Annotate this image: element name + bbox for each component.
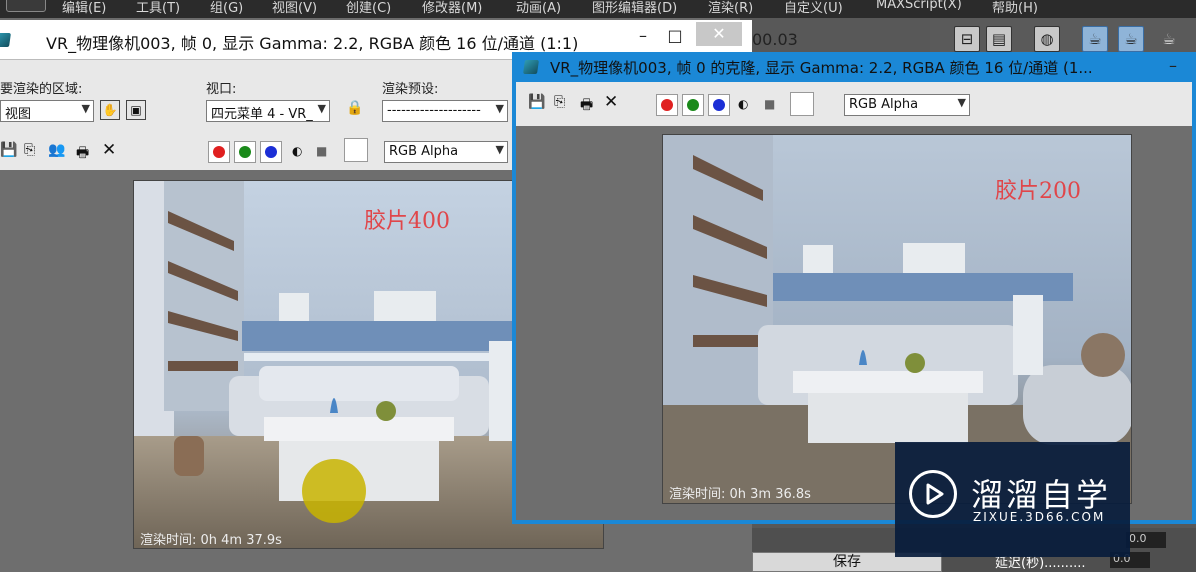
menu-modifiers[interactable]: 修改器(M) <box>422 0 482 16</box>
green-channel-toggle[interactable] <box>682 94 704 116</box>
blue-dot-icon <box>265 146 277 158</box>
blue-dot-icon <box>713 99 725 111</box>
area-to-render-select[interactable]: 视图 ▼ <box>0 100 94 122</box>
printer-icon[interactable]: 🖶 <box>580 94 593 118</box>
area-to-render-value: 视图 <box>5 107 32 122</box>
printer-icon[interactable]: 🖶 <box>76 142 89 166</box>
channel-display-select[interactable]: RGB Alpha ▼ <box>384 141 508 163</box>
viewport-label: 视口: <box>206 82 237 97</box>
red-dot-icon <box>213 146 225 158</box>
play-logo-icon <box>909 470 957 518</box>
copy-icon[interactable]: ⎘ <box>24 142 35 158</box>
window-title: VR_物理像机003, 帧 0, 显示 Gamma: 2.2, RGBA 颜色 … <box>46 34 579 53</box>
render-time-400: 渲染时间: 0h 4m 37.9s <box>140 533 282 548</box>
channel-display-value: RGB Alpha <box>389 144 459 159</box>
render-preset-select[interactable]: -------------------- ▼ <box>382 100 508 122</box>
menu-group[interactable]: 组(G) <box>210 0 243 16</box>
render-iterative-icon[interactable]: ☕ <box>1118 26 1144 52</box>
lock-icon[interactable]: 🔒 <box>346 100 363 116</box>
frame-window-200-titlebar[interactable]: VR_物理像机003, 帧 0 的克隆, 显示 Gamma: 2.2, RGBA… <box>512 52 1196 82</box>
watermark-url: ZIXUE.3D66.COM <box>973 510 1106 524</box>
chevron-down-icon: ▼ <box>957 96 966 109</box>
green-dot-icon <box>687 99 699 111</box>
auto-region-icon[interactable]: ▣ <box>126 100 146 120</box>
app-icon <box>0 33 11 47</box>
menu-rendering[interactable]: 渲染(R) <box>708 0 753 16</box>
app-icon <box>523 60 539 74</box>
channel-display-value: RGB Alpha <box>849 97 919 112</box>
render-preset-label: 渲染预设: <box>382 82 439 97</box>
render-preset-value: -------------------- <box>387 103 481 118</box>
menu-maxscript[interactable]: MAXScript(X) <box>876 0 962 12</box>
material-editor-icon[interactable]: ◍ <box>1034 26 1060 52</box>
render-setup-icon[interactable]: ⊟ <box>954 26 980 52</box>
menu-help[interactable]: 帮助(H) <box>992 0 1038 16</box>
play-triangle-icon <box>926 483 944 505</box>
menu-create[interactable]: 创建(C) <box>346 0 391 16</box>
numeric-field[interactable]: 0.0 <box>1126 532 1166 548</box>
green-dot-icon <box>239 146 251 158</box>
chevron-down-icon: ▼ <box>317 102 326 115</box>
area-to-render-label: 要渲染的区域: <box>0 82 83 97</box>
viewport-select[interactable]: 四元菜单 4 - VR_ ▼ <box>206 100 330 122</box>
hand-region-icon[interactable]: ✋ <box>100 100 120 120</box>
color-swatch[interactable] <box>344 138 368 162</box>
close-button[interactable]: ✕ <box>696 22 742 46</box>
film-label-200: 胶片200 <box>995 179 1081 204</box>
gray-square-icon[interactable]: ■ <box>764 97 775 111</box>
app-logo-button[interactable] <box>6 0 46 12</box>
menu-graph-editors[interactable]: 图形编辑器(D) <box>592 0 677 16</box>
menu-edit[interactable]: 编辑(E) <box>62 0 106 16</box>
channel-display-select[interactable]: RGB Alpha ▼ <box>844 94 970 116</box>
minimize-button[interactable]: – <box>1158 56 1188 75</box>
gray-square-icon[interactable]: ■ <box>316 144 327 158</box>
blue-channel-toggle[interactable] <box>260 141 282 163</box>
render-frame-icon[interactable]: ▤ <box>986 26 1012 52</box>
menu-tools[interactable]: 工具(T) <box>136 0 180 16</box>
chevron-down-icon: ▼ <box>495 143 504 156</box>
watermark: 溜溜自学 ZIXUE.3D66.COM <box>895 442 1130 557</box>
half-circle-icon[interactable]: ◐ <box>738 97 748 111</box>
red-channel-toggle[interactable] <box>656 94 678 116</box>
copy-icon[interactable]: ⎘ <box>554 94 565 110</box>
minimize-button[interactable]: – <box>628 26 658 45</box>
teapot-icon[interactable]: ☕ <box>1156 26 1182 52</box>
behind-window-title-fragment: 00.03 <box>752 30 798 49</box>
color-swatch[interactable] <box>790 92 814 116</box>
menu-animation[interactable]: 动画(A) <box>516 0 561 16</box>
menu-customize[interactable]: 自定义(U) <box>784 0 843 16</box>
main-menubar: 编辑(E) 工具(T) 组(G) 视图(V) 创建(C) 修改器(M) 动画(A… <box>0 0 1196 18</box>
half-circle-icon[interactable]: ◐ <box>292 144 302 158</box>
red-channel-toggle[interactable] <box>208 141 230 163</box>
red-dot-icon <box>661 99 673 111</box>
close-icon[interactable]: ✕ <box>102 140 116 160</box>
film-label-400: 胶片400 <box>364 209 450 234</box>
render-time-200: 渲染时间: 0h 3m 36.8s <box>669 487 811 502</box>
maximize-button[interactable]: □ <box>660 26 690 45</box>
floppy-disk-icon[interactable]: 💾 <box>0 142 17 158</box>
clone-icon[interactable]: 👥 <box>48 142 65 158</box>
blue-channel-toggle[interactable] <box>708 94 730 116</box>
floppy-disk-icon[interactable]: 💾 <box>528 94 545 110</box>
chevron-down-icon: ▼ <box>81 102 90 115</box>
menu-view[interactable]: 视图(V) <box>272 0 317 16</box>
chevron-down-icon: ▼ <box>495 102 504 115</box>
viewport-value: 四元菜单 4 - VR_ <box>211 107 313 122</box>
close-icon[interactable]: ✕ <box>604 92 618 112</box>
render-production-icon[interactable]: ☕ <box>1082 26 1108 52</box>
green-channel-toggle[interactable] <box>234 141 256 163</box>
window-title: VR_物理像机003, 帧 0 的克隆, 显示 Gamma: 2.2, RGBA… <box>550 59 1093 77</box>
